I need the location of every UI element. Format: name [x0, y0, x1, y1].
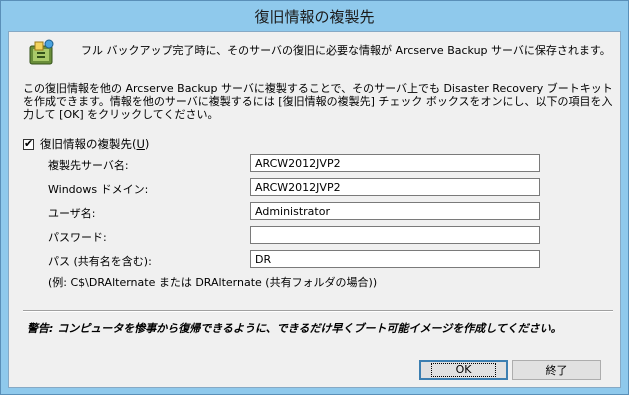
- password-label: パスワード:: [48, 231, 107, 244]
- replicate-checkbox-label-suffix: ): [144, 137, 150, 151]
- close-button[interactable]: 終了: [512, 360, 601, 380]
- password-input[interactable]: [250, 226, 540, 244]
- username-input[interactable]: Administrator: [250, 202, 540, 220]
- replicate-checkbox[interactable]: ✔: [23, 136, 34, 150]
- ok-button-label: OK: [430, 363, 497, 377]
- domain-input[interactable]: ARCW2012JVP2: [250, 178, 540, 196]
- ok-button[interactable]: OK: [419, 360, 508, 380]
- intro-text: フル バックアップ完了時に、そのサーバの復旧に必要な情報が Arcserve B…: [81, 44, 611, 57]
- replicate-checkbox-label: 復旧情報の複製先(: [40, 137, 137, 151]
- dialog-title: 復旧情報の複製先: [254, 7, 375, 26]
- dialog-window: 復旧情報の複製先 フル バックアップ完了時に、そのサーバの復旧に必要な情報が A…: [0, 0, 629, 395]
- backup-info-icon: [29, 39, 54, 65]
- username-label: ユーザ名:: [48, 207, 96, 220]
- path-example-text: (例: C$\DRAlternate または DRAlternate (共有フォ…: [48, 276, 378, 289]
- description-text: この復旧情報を他の Arcserve Backup サーバに複製することで、その…: [23, 82, 613, 121]
- path-label: パス (共有名を含む):: [48, 255, 152, 268]
- replicate-checkbox-accel: U: [136, 137, 145, 151]
- dialog-client-area: フル バックアップ完了時に、そのサーバの復旧に必要な情報が Arcserve B…: [8, 31, 621, 388]
- replicate-checkbox-row[interactable]: ✔ 復旧情報の複製先(U): [23, 136, 149, 152]
- domain-label: Windows ドメイン:: [48, 183, 149, 196]
- server-name-label: 複製先サーバ名:: [48, 159, 129, 172]
- check-mark-icon: ✔: [24, 136, 34, 150]
- server-name-input[interactable]: ARCW2012JVP2: [250, 154, 540, 172]
- path-input[interactable]: DR: [250, 250, 540, 268]
- divider: [23, 310, 613, 312]
- warning-text: 警告: コンピュータを惨事から復帰できるように、できるだけ早くブート可能イメージ…: [27, 322, 562, 335]
